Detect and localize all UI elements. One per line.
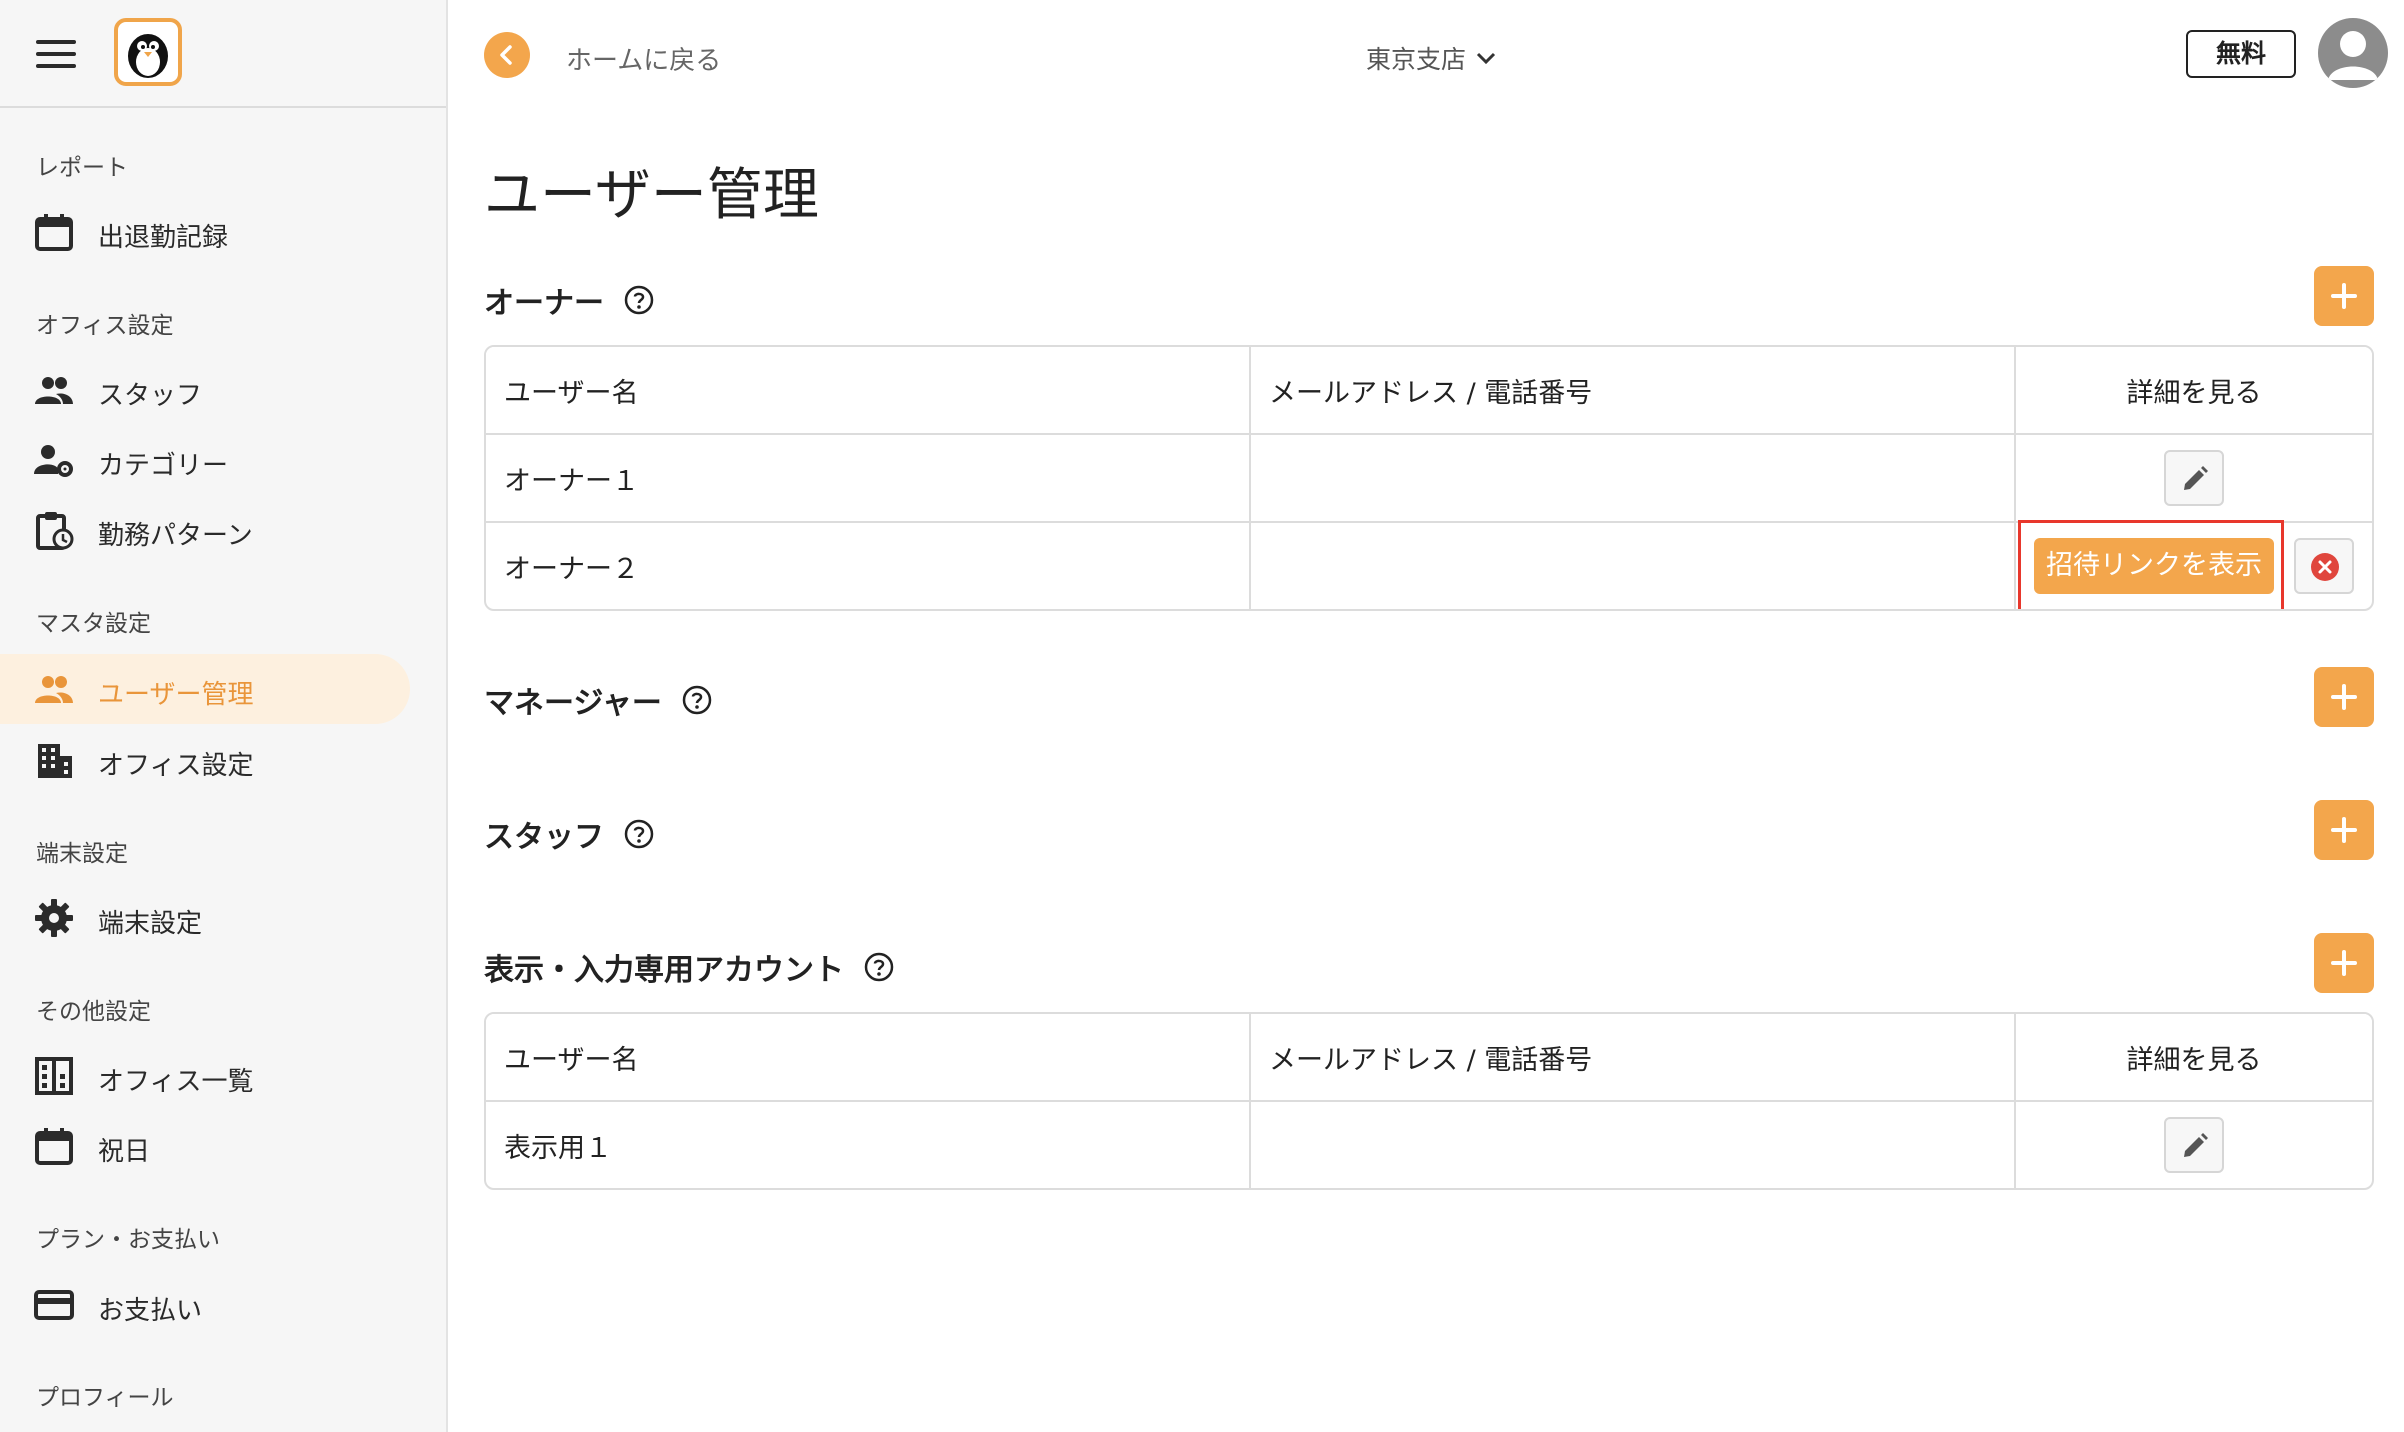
- sidebar-section-profile: プロフィール: [36, 1385, 174, 1411]
- building-icon: [38, 744, 72, 778]
- sidebar-item-label: オフィス設定: [98, 751, 254, 781]
- chevron-left-icon: [500, 45, 512, 65]
- penguin-logo[interactable]: [114, 18, 182, 86]
- user-icon: [2328, 31, 2378, 80]
- owner-table: ユーザー名 メールアドレス / 電話番号 詳細を見る オーナー１ オーナー２ 招…: [484, 345, 2374, 611]
- table-row: 表示用１: [486, 1102, 2372, 1188]
- add-viewer-button[interactable]: [2314, 933, 2374, 993]
- sidebar-section-office: オフィス設定: [36, 313, 174, 339]
- sidebar-item-label: 祝日: [98, 1137, 151, 1167]
- credit-card-icon: [34, 1290, 74, 1320]
- sidebar-item-device-settings[interactable]: 端末設定: [0, 883, 410, 953]
- user-name-cell: オーナー１: [486, 435, 1251, 523]
- user-name-cell: 表示用１: [486, 1102, 1251, 1188]
- show-invite-link-button[interactable]: 招待リンクを表示: [2034, 538, 2274, 594]
- plan-button[interactable]: 無料: [2186, 30, 2296, 78]
- calendar-icon: [35, 1128, 73, 1165]
- page-title: ユーザー管理: [484, 163, 819, 228]
- back-button[interactable]: [484, 32, 530, 78]
- sidebar-item-work-pattern[interactable]: 勤務パターン: [0, 495, 410, 565]
- actions-cell: [2016, 1102, 2372, 1188]
- clipboard-clock-icon: [36, 512, 74, 550]
- edit-button[interactable]: [2164, 450, 2224, 506]
- sidebar-item-office-settings[interactable]: オフィス設定: [0, 725, 410, 795]
- sidebar-item-label: 勤務パターン: [98, 521, 253, 551]
- sidebar-section-device: 端末設定: [36, 841, 128, 867]
- help-icon[interactable]: [624, 285, 654, 315]
- sidebar-item-category[interactable]: カテゴリー: [0, 425, 410, 495]
- column-header: メールアドレス / 電話番号: [1251, 1014, 2016, 1102]
- actions-cell: [2016, 435, 2372, 523]
- sidebar-item-label: カテゴリー: [98, 451, 229, 481]
- help-icon[interactable]: [682, 685, 712, 715]
- gear-icon: [35, 899, 73, 937]
- section-title: スタッフ: [484, 820, 604, 855]
- table-header-row: ユーザー名 メールアドレス / 電話番号 詳細を見る: [486, 347, 2372, 435]
- sidebar-header: [0, 0, 446, 108]
- sidebar: レポート 出退勤記録 オフィス設定 スタッフ カテゴリー 勤務パターン マスタ設…: [0, 0, 448, 1432]
- table-header-row: ユーザー名 メールアドレス / 電話番号 詳細を見る: [486, 1014, 2372, 1102]
- sidebar-section-plan: プラン・お支払い: [36, 1227, 220, 1253]
- column-header: ユーザー名: [486, 1014, 1251, 1102]
- edit-button[interactable]: [2164, 1117, 2224, 1173]
- invite-actions: 招待リンクを表示: [2018, 520, 2354, 609]
- section-owner-header: オーナー: [484, 278, 654, 322]
- section-title: オーナー: [484, 286, 604, 321]
- contact-cell: [1251, 435, 2016, 523]
- people-icon: [35, 676, 73, 703]
- back-link[interactable]: ホームに戻る: [566, 40, 721, 77]
- table-row: オーナー１: [486, 435, 2372, 523]
- close-circle-icon: [2311, 553, 2339, 581]
- sidebar-section-report: レポート: [36, 155, 128, 181]
- sidebar-item-staff[interactable]: スタッフ: [0, 355, 410, 425]
- sidebar-item-user-management[interactable]: ユーザー管理: [0, 654, 410, 724]
- add-owner-button[interactable]: [2314, 266, 2374, 326]
- add-manager-button[interactable]: [2314, 667, 2374, 727]
- sidebar-item-label: 出退勤記録: [98, 223, 229, 253]
- section-title: 表示・入力専用アカウント: [484, 953, 844, 988]
- menu-icon[interactable]: [36, 40, 76, 68]
- person-gear-icon: [34, 445, 73, 477]
- sidebar-item-attendance[interactable]: 出退勤記録: [0, 197, 410, 267]
- chevron-down-icon: [1476, 52, 1496, 65]
- calendar-icon: [35, 214, 73, 251]
- section-manager-header: マネージャー: [484, 678, 712, 722]
- column-header: ユーザー名: [486, 347, 1251, 435]
- sidebar-item-label: オフィス一覧: [98, 1067, 254, 1097]
- avatar[interactable]: [2318, 18, 2388, 88]
- column-header: メールアドレス / 電話番号: [1251, 347, 2016, 435]
- pencil-icon: [2184, 466, 2208, 490]
- building-grid-icon: [35, 1057, 73, 1095]
- sidebar-item-holidays[interactable]: 祝日: [0, 1111, 410, 1181]
- sidebar-item-label: スタッフ: [98, 381, 203, 411]
- add-staff-button[interactable]: [2314, 800, 2374, 860]
- contact-cell: [1251, 1102, 2016, 1188]
- sidebar-section-master: マスタ設定: [36, 611, 151, 637]
- column-header: 詳細を見る: [2016, 347, 2372, 435]
- sidebar-item-label: ユーザー管理: [98, 680, 254, 710]
- section-viewer-header: 表示・入力専用アカウント: [484, 945, 894, 989]
- actions-cell: 招待リンクを表示: [2016, 520, 2372, 609]
- user-name-cell: オーナー２: [486, 523, 1251, 609]
- column-header: 詳細を見る: [2016, 1014, 2372, 1102]
- sidebar-item-label: 端末設定: [98, 909, 203, 939]
- sidebar-item-label: お支払い: [98, 1296, 203, 1326]
- contact-cell: [1251, 523, 2016, 609]
- help-icon[interactable]: [624, 819, 654, 849]
- table-row: オーナー２ 招待リンクを表示: [486, 520, 2372, 609]
- pencil-icon: [2184, 1133, 2208, 1157]
- help-icon[interactable]: [864, 952, 894, 982]
- sidebar-item-payment[interactable]: お支払い: [0, 1270, 410, 1340]
- people-icon: [35, 377, 73, 404]
- sidebar-section-other: その他設定: [36, 999, 151, 1025]
- section-staff-header: スタッフ: [484, 812, 654, 856]
- branch-selector[interactable]: 東京支店: [1366, 40, 1498, 76]
- branch-name: 東京支店: [1366, 45, 1467, 74]
- viewer-table: ユーザー名 メールアドレス / 電話番号 詳細を見る 表示用１: [484, 1012, 2374, 1190]
- sidebar-item-office-list[interactable]: オフィス一覧: [0, 1041, 410, 1111]
- delete-button[interactable]: [2294, 538, 2354, 594]
- section-title: マネージャー: [484, 686, 662, 721]
